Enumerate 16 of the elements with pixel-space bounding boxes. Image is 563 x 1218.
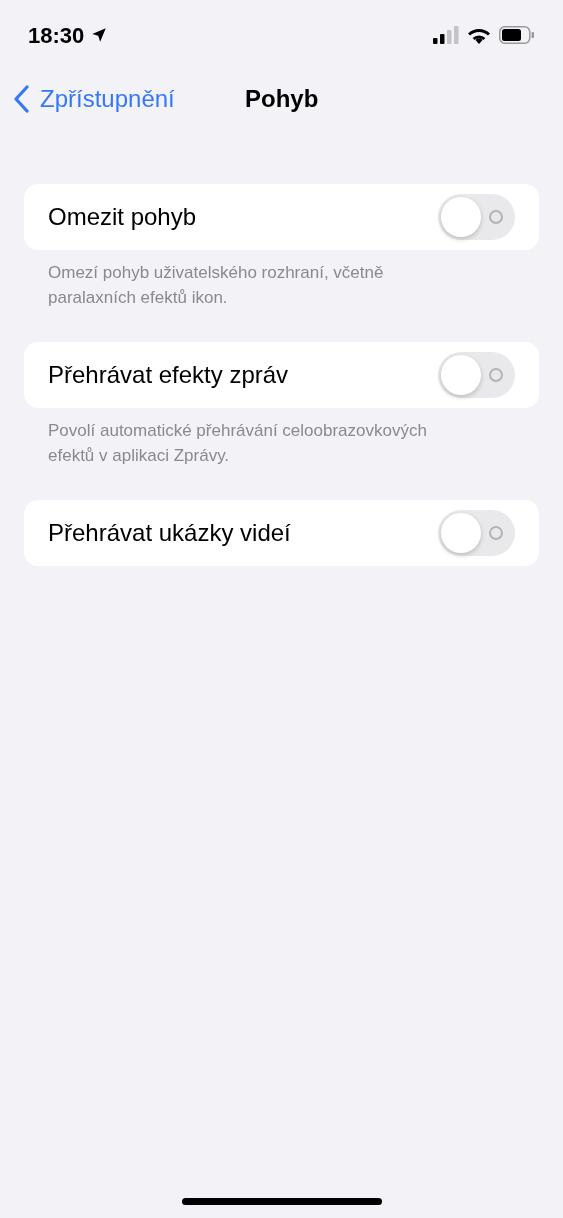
battery-icon [499, 26, 535, 44]
back-button[interactable]: Zpřístupnění [0, 81, 175, 117]
toggle-switch[interactable] [438, 510, 515, 556]
location-arrow-icon [90, 26, 109, 44]
toggle-switch[interactable] [438, 194, 515, 240]
row-label: Omezit pohyb [48, 202, 197, 232]
signal-icon [433, 26, 459, 44]
row-label: Přehrávat ukázky videí [48, 518, 291, 548]
row-label: Přehrávat efekty zpráv [48, 360, 289, 390]
chevron-left-icon [14, 85, 30, 113]
footer-text: Omezí pohyb uživatelského rozhraní, včetně paralaxních efektů ikon. [47, 262, 385, 309]
page-title: Pohyb [245, 84, 319, 114]
wifi-icon [467, 26, 491, 44]
status-time: 18:30 [28, 21, 85, 50]
toggle-switch[interactable] [438, 352, 515, 398]
footer-text: Povolí automatické přehrávání celoobrazovkových efektů v aplikaci Zprávy. [47, 420, 428, 467]
